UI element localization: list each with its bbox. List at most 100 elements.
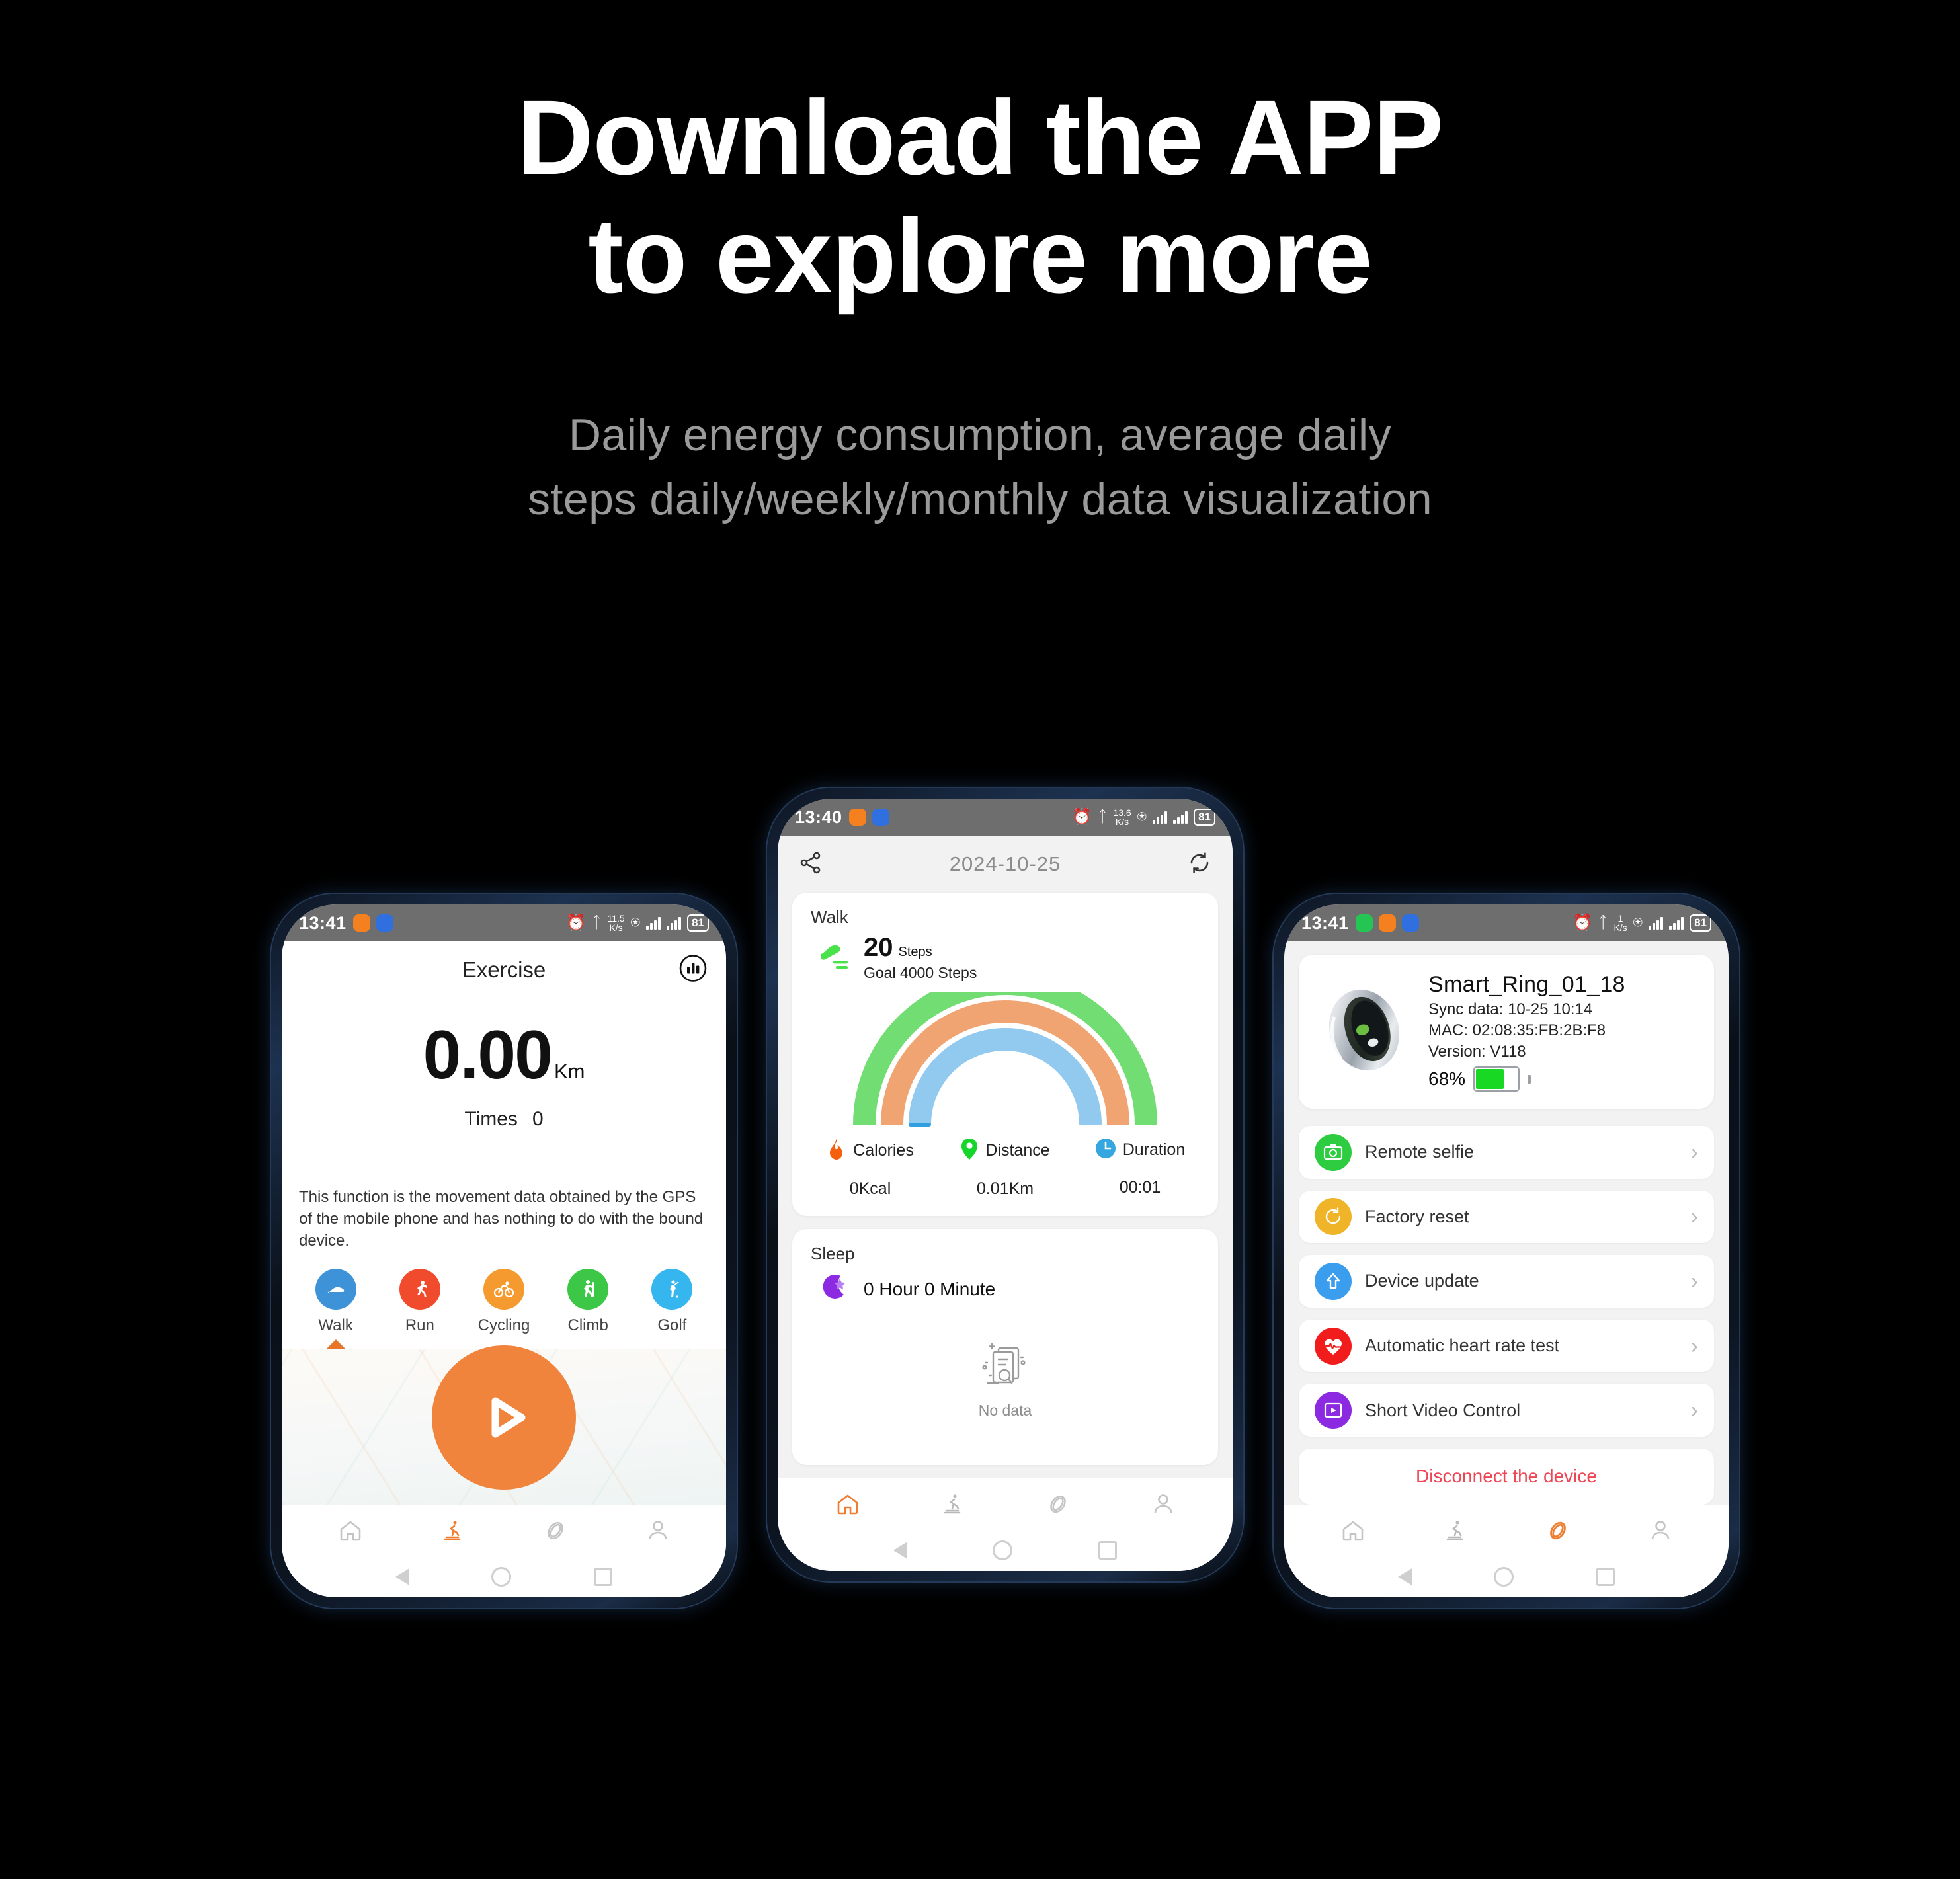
chevron-right-icon: › [1690,1268,1698,1294]
runner-icon [399,1269,440,1310]
settings-row-heart-rate[interactable]: Automatic heart rate test › [1299,1319,1714,1373]
home-button-icon[interactable] [993,1540,1013,1560]
disconnect-device-button[interactable]: Disconnect the device [1299,1448,1714,1505]
phone-right-device: 13:41 ⏰ ᛏ 1 K/s ⍟ 81 Smart_Ring_01_18 Sy… [1274,894,1739,1608]
back-icon[interactable] [395,1568,410,1585]
device-mac: MAC: 02:08:35:FB:2B:F8 [1428,1021,1606,1039]
home-button-icon[interactable] [491,1567,512,1587]
no-data-label: No data [978,1402,1032,1419]
device-screen: Smart_Ring_01_18 Sync data: 10-25 10:14 … [1284,941,1729,1597]
settings-label: Remote selfie [1365,1142,1475,1162]
start-exercise-button[interactable] [432,1345,576,1490]
walk-card[interactable]: Walk 20 Steps Goal 4000 Steps Calories 0… [792,893,1218,1216]
settings-row-device-update[interactable]: Device update › [1299,1255,1714,1308]
walk-steps: 20 Steps Goal 4000 Steps [864,933,977,982]
device-version: Version: V118 [1428,1043,1526,1060]
title-line-1: Download the APP [516,78,1444,196]
walk-summary: 20 Steps Goal 4000 Steps [792,928,1218,982]
walk-metrics: Calories 0Kcal Distance 0.01Km Duration … [792,1134,1218,1216]
signal-icon [1669,916,1684,930]
sleep-duration: 0 Hour 0 Minute [864,1278,996,1299]
subtitle-line-2: steps daily/weekly/monthly data visualiz… [527,473,1433,524]
phone-middle-dashboard: 13:40 ⏰ ᛏ 13.6 K/s ⍟ 81 2024-10-25 Walk … [767,788,1243,1581]
nav-item-device[interactable] [1043,1490,1073,1519]
sport-type-selector: Walk Run Cycling Climb Golf [296,1269,712,1350]
times-label: Times [464,1108,518,1130]
nav-item-exercise[interactable] [1441,1516,1470,1545]
metric-label: Calories [853,1141,914,1160]
recents-icon[interactable] [1098,1541,1118,1560]
recents-icon[interactable] [593,1568,612,1586]
battery-icon [1473,1066,1520,1092]
nav-item-device[interactable] [1543,1516,1572,1545]
network-speed: 13.6 K/s [1113,807,1131,827]
walk-card-title: Walk [811,907,848,927]
sport-label: Walk [318,1316,353,1335]
settings-label: Automatic heart rate test [1365,1336,1560,1356]
sport-item-climb[interactable]: Climb [549,1269,628,1349]
metric-calories: Calories 0Kcal [803,1138,938,1199]
device-info-card[interactable]: Smart_Ring_01_18 Sync data: 10-25 10:14 … [1299,955,1714,1109]
orange-chat-badge-icon [352,914,370,932]
sleep-card[interactable]: Sleep 0 Hour 0 Minute No data [792,1229,1218,1465]
page-title-exercise: Exercise [462,957,546,982]
phone-right-screen: 13:41 ⏰ ᛏ 1 K/s ⍟ 81 Smart_Ring_01_18 Sy… [1284,904,1729,1597]
hiker-icon [567,1269,609,1310]
sport-item-golf[interactable]: Golf [633,1269,712,1349]
sport-label: Climb [567,1316,608,1335]
back-icon[interactable] [1398,1568,1412,1585]
share-icon[interactable] [797,850,824,879]
nav-item-home[interactable] [1338,1516,1368,1545]
refresh-icon[interactable] [1186,850,1213,879]
map-canvas[interactable] [282,1345,726,1505]
sport-item-run[interactable]: Run [380,1269,459,1349]
bluetooth-icon: ᛏ [1598,914,1608,932]
nav-item-exercise[interactable] [438,1516,468,1545]
wifi-icon: ⍟ [630,914,641,932]
signal-icon [646,916,661,930]
sleep-card-title: Sleep [811,1244,855,1263]
sport-label: Cycling [477,1316,530,1335]
nav-item-home[interactable] [336,1516,365,1545]
blue-eye-badge-icon [872,809,889,826]
nav-item-device[interactable] [541,1516,570,1545]
bar-chart-icon[interactable] [678,954,708,986]
subtitle-line-1: Daily energy consumption, average daily [568,410,1392,460]
nav-item-profile[interactable] [1149,1490,1178,1519]
sport-item-walk[interactable]: Walk [296,1269,375,1350]
settings-row-factory-reset[interactable]: Factory reset › [1299,1190,1714,1244]
back-icon[interactable] [893,1542,907,1559]
status-app-badges [352,914,393,932]
status-time: 13:41 [1301,912,1349,933]
settings-row-short-video[interactable]: Short Video Control › [1299,1384,1714,1437]
nav-item-profile[interactable] [1646,1516,1675,1545]
sleep-summary: 0 Hour 0 Minute [792,1264,1218,1307]
moon-star-icon [819,1271,852,1307]
chevron-right-icon: › [1690,1398,1698,1423]
sport-label: Run [405,1316,434,1335]
nav-item-exercise[interactable] [938,1490,967,1519]
distance-value: 0.00 [423,1017,553,1094]
sport-item-cycling[interactable]: Cycling [464,1269,543,1349]
status-bar: 13:41 ⏰ ᛏ 1 K/s ⍟ 81 [1284,904,1729,941]
nav-item-home[interactable] [833,1490,862,1519]
metric-label: Distance [985,1141,1050,1160]
page-subtitle: Daily energy consumption, average daily … [0,403,1960,531]
disconnect-label: Disconnect the device [1416,1466,1597,1487]
signal-icon [1173,811,1188,824]
green-chat-badge-icon [1355,914,1373,932]
home-button-icon[interactable] [1494,1566,1514,1587]
page-title: Download the APP to explore more [0,78,1960,315]
green-shoe-icon [819,941,853,975]
bicycle-icon [483,1269,524,1310]
settings-row-remote-selfie[interactable]: Remote selfie › [1299,1126,1714,1179]
golfer-icon [651,1269,693,1310]
nav-item-profile[interactable] [643,1516,673,1545]
chevron-right-icon: › [1690,1333,1698,1359]
wifi-icon: ⍟ [1633,914,1643,932]
recents-icon[interactable] [1596,1567,1615,1586]
dashboard-date[interactable]: 2024-10-25 [950,852,1061,876]
steps-goal: Goal 4000 Steps [864,964,977,981]
bottom-navigation [1284,1504,1729,1556]
steps-unit: Steps [898,945,932,959]
